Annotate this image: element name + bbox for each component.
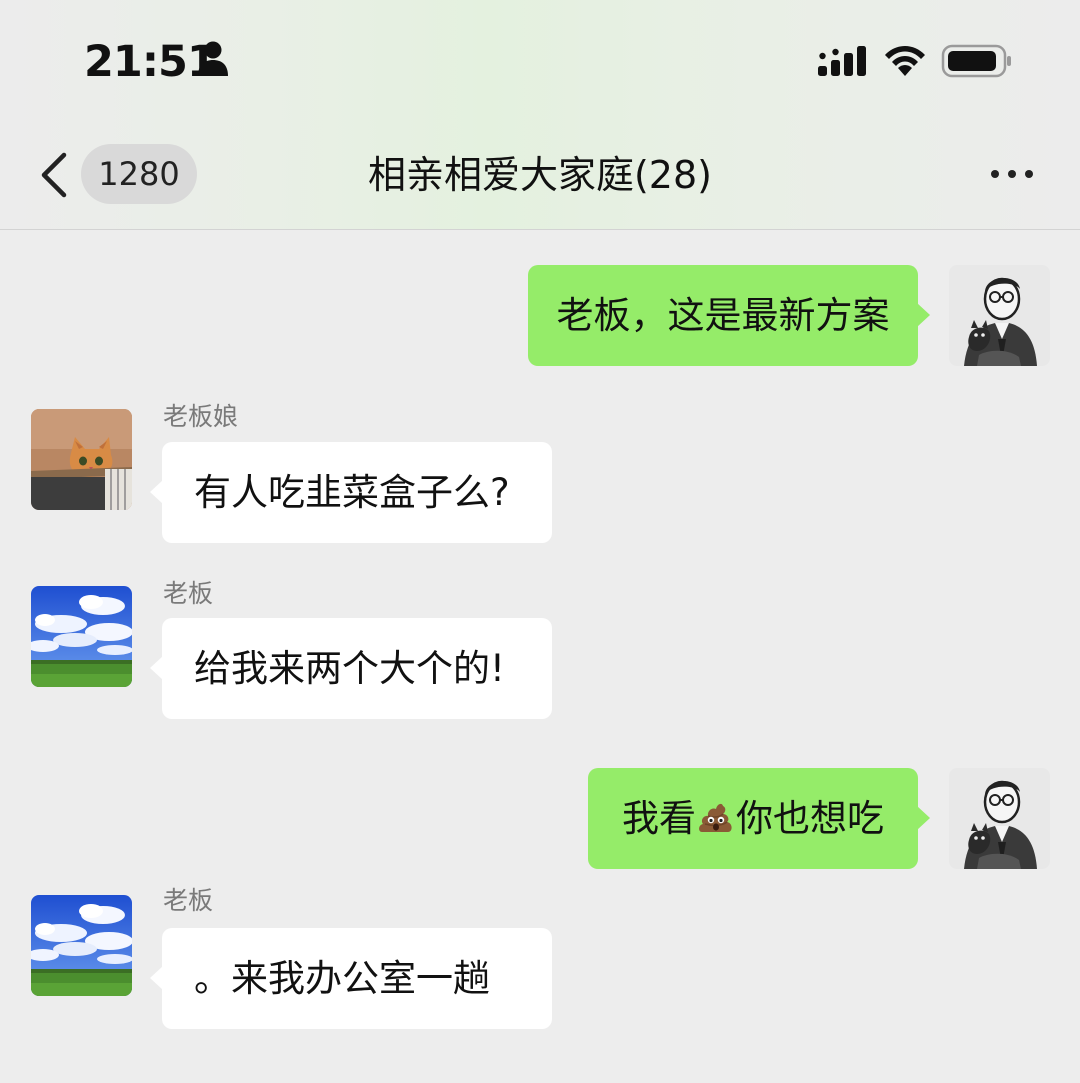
- message-bubble-incoming[interactable]: 有人吃韭菜盒子么?: [150, 442, 552, 543]
- message-text: 给我来两个大个的!: [194, 647, 505, 690]
- person-icon: [198, 41, 228, 76]
- sender-name: 老板: [163, 886, 214, 915]
- unread-count-badge[interactable]: 1280: [81, 144, 197, 204]
- message-text: 老板，这是最新方案: [556, 294, 890, 337]
- message-bubble-incoming[interactable]: 。来我办公室一趟: [150, 928, 552, 1029]
- message-bubble-outgoing[interactable]: 老板，这是最新方案: [528, 265, 930, 366]
- sender-name: 老板: [163, 579, 214, 608]
- message-text-before-emoji: 我看: [622, 797, 696, 840]
- message-text-after-emoji: 你也想吃: [736, 797, 884, 840]
- sender-avatar-sky[interactable]: [31, 895, 132, 996]
- my-avatar[interactable]: [949, 265, 1050, 366]
- header-divider: [0, 229, 1080, 230]
- signal-strength-icon: [818, 46, 866, 76]
- chat-title: 相亲相爱大家庭(28): [367, 153, 712, 197]
- sender-name: 老板娘: [163, 402, 239, 431]
- message-bubble-incoming[interactable]: 给我来两个大个的!: [150, 618, 552, 719]
- back-chevron-icon[interactable]: [30, 145, 80, 205]
- message-text: 。来我办公室一趟: [194, 957, 490, 1000]
- my-avatar[interactable]: [949, 768, 1050, 869]
- message-text: 有人吃韭菜盒子么?: [194, 471, 510, 514]
- battery-icon: [941, 44, 1011, 78]
- sender-avatar-sky[interactable]: [31, 586, 132, 687]
- wifi-icon: [885, 46, 925, 76]
- more-options-icon[interactable]: [985, 160, 1041, 188]
- sender-avatar-cat[interactable]: [31, 409, 132, 510]
- message-bubble-outgoing[interactable]: 我看 你也想吃: [588, 768, 930, 869]
- poop-emoji-icon: [699, 803, 732, 832]
